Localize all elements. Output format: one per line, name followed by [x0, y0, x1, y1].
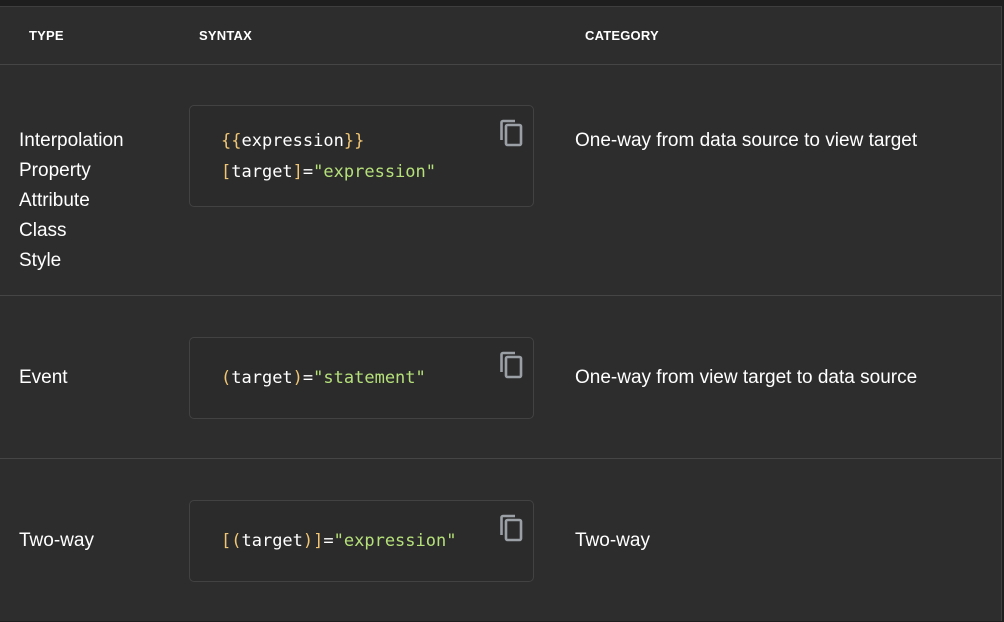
header-type: TYPE	[29, 28, 64, 43]
code-token-txt: =	[302, 162, 314, 182]
code-token-str: "expression"	[333, 531, 457, 551]
code-lines: (target)="statement"	[221, 363, 426, 394]
copy-icon[interactable]	[498, 350, 524, 380]
table-row: Interpolation Property Attribute Class S…	[0, 65, 1001, 296]
type-class: Class	[19, 220, 67, 241]
category-cell: One-way from view target to data source	[575, 367, 918, 388]
type-two-way: Two-way	[19, 530, 94, 551]
header-category: CATEGORY	[585, 28, 659, 43]
code-token-punc: [	[221, 162, 232, 182]
category-cell: Two-way	[575, 530, 650, 551]
category-cell: One-way from data source to view target	[575, 130, 918, 151]
type-interpolation: Interpolation	[19, 130, 124, 151]
code-line: (target)="statement"	[221, 363, 426, 394]
code-token-punc: }}	[343, 131, 365, 151]
code-token-str: "expression"	[313, 162, 436, 182]
code-token-txt: expression	[241, 131, 344, 151]
code-token-txt: target	[231, 368, 293, 388]
binding-syntax-table: TYPE SYNTAX CATEGORY Interpolation Prope…	[0, 6, 1002, 621]
code-line: {{expression}}	[221, 126, 436, 157]
table-header: TYPE SYNTAX CATEGORY	[0, 7, 1001, 65]
type-property: Property	[19, 160, 91, 181]
code-lines: {{expression}} [target]="expression"	[221, 126, 436, 188]
code-token-txt: target	[231, 162, 293, 182]
code-snippet: (target)="statement"	[189, 337, 534, 419]
code-token-punc: ]	[292, 162, 303, 182]
table-row: Event (target)="statement" One-way from …	[0, 296, 1001, 459]
type-cell: Event	[19, 363, 68, 393]
table-row: Two-way [(target)]="expression" Two-way	[0, 459, 1001, 622]
code-token-txt: target	[241, 531, 303, 551]
code-token-punc: [(	[221, 531, 242, 551]
code-token-punc: (	[221, 368, 232, 388]
code-lines: [(target)]="expression"	[221, 526, 456, 557]
code-token-punc: )	[292, 368, 303, 388]
code-snippet: [(target)]="expression"	[189, 500, 534, 582]
copy-icon[interactable]	[498, 118, 524, 148]
code-token-str: "statement"	[313, 368, 426, 388]
code-token-punc: {{	[221, 131, 242, 151]
type-cell: Two-way	[19, 526, 94, 556]
header-syntax: SYNTAX	[199, 28, 252, 43]
code-token-txt: =	[323, 531, 334, 551]
code-snippet: {{expression}} [target]="expression"	[189, 105, 534, 207]
type-event: Event	[19, 367, 68, 388]
type-style: Style	[19, 250, 62, 271]
code-token-txt: =	[302, 368, 314, 388]
code-line: [target]="expression"	[221, 157, 436, 188]
type-attribute: Attribute	[19, 190, 90, 211]
code-line: [(target)]="expression"	[221, 526, 456, 557]
type-cell: Interpolation Property Attribute Class S…	[19, 126, 124, 276]
code-token-punc: )]	[302, 531, 324, 551]
copy-icon[interactable]	[498, 513, 524, 543]
